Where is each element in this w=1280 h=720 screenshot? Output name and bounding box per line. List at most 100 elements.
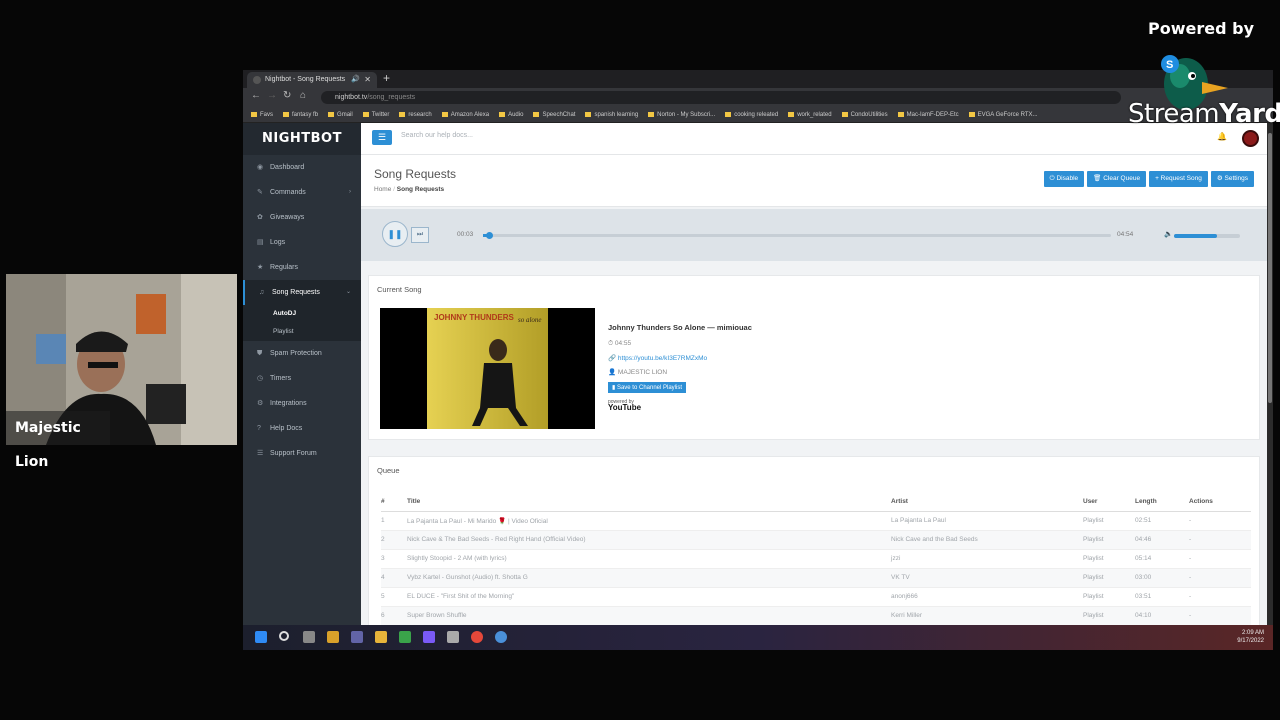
sidebar-item-regulars[interactable]: ★ Regulars <box>243 255 361 280</box>
song-title: Johnny Thunders So Alone — mimiouac <box>608 323 752 332</box>
column-header-length[interactable]: Length <box>1135 493 1189 512</box>
sidebar-item-logs[interactable]: ▤ Logs <box>243 230 361 255</box>
menu-toggle-button[interactable]: ☰ <box>372 130 392 145</box>
seek-handle[interactable] <box>486 232 494 239</box>
sidebar-subitem-playlist[interactable]: Playlist <box>243 323 361 341</box>
home-icon[interactable]: ⌂ <box>300 90 306 101</box>
sidebar-item-help-docs[interactable]: ? Help Docs <box>243 416 361 441</box>
table-row[interactable]: 2 Nick Cave & The Bad Seeds - Red Right H… <box>381 530 1251 550</box>
bell-icon[interactable]: 🔔 <box>1217 132 1227 141</box>
request-song-button[interactable]: + Request Song <box>1149 171 1208 187</box>
bookmark-amazon-alexa[interactable]: Amazon Alexa <box>441 107 489 122</box>
bookmark-fantasy-fb[interactable]: fantasy fb <box>283 107 318 122</box>
bookmark-norton-my-subscri[interactable]: Norton - My Subscri... <box>648 107 715 122</box>
queue-cell-artist: La Pajanta La Paul <box>891 511 1083 531</box>
bookmark-twitter[interactable]: Twitter <box>362 107 389 122</box>
seek-slider[interactable] <box>483 232 1111 239</box>
notepad-icon[interactable] <box>447 631 459 643</box>
table-row[interactable]: 5 EL DUCE - "First Shit of the Morning" an… <box>381 587 1251 607</box>
bookmark-speechchat[interactable]: SpeechChat <box>533 107 575 122</box>
sidebar-item-spam-protection[interactable]: ⛊ Spam Protection <box>243 341 361 366</box>
sidebar-item-dashboard[interactable]: ◉ Dashboard <box>243 155 361 180</box>
app-icon[interactable] <box>399 631 411 643</box>
bookmark-work-related[interactable]: work_related <box>788 107 832 122</box>
column-header-title[interactable]: Title <box>407 493 891 512</box>
breadcrumb-home[interactable]: Home <box>374 186 391 193</box>
folder-icon <box>533 112 540 117</box>
bookmark-cooking-releated[interactable]: cooking releated <box>725 107 778 122</box>
queue-cell-actions[interactable]: - <box>1189 568 1251 588</box>
sidebar-item-integrations[interactable]: ⚙ Integrations <box>243 391 361 416</box>
bookmark-condoutilities[interactable]: CondoUtilities <box>841 107 888 122</box>
sidebar-subitem-autodj[interactable]: AutoDJ <box>243 305 361 323</box>
column-header-number[interactable]: # <box>381 493 407 512</box>
column-header-user[interactable]: User <box>1083 493 1135 512</box>
queue-cell-actions[interactable]: - <box>1189 530 1251 550</box>
queue-cell-title: La Pajanta La Paul - Mi Marido 🌹 | Video… <box>407 511 891 531</box>
bookmark-evga-geforce-rtx[interactable]: EVGA GeForce RTX... <box>968 107 1038 122</box>
task-view-icon[interactable] <box>303 631 315 643</box>
bookmark-audio[interactable]: Audio <box>499 107 523 122</box>
logs-icon: ▤ <box>257 239 264 246</box>
skip-button[interactable]: ⏭ <box>411 227 429 243</box>
help-search-input[interactable]: Search our help docs... <box>401 132 473 139</box>
avatar[interactable] <box>1242 130 1259 147</box>
nightbot-page: NIGHTBOT ◉ Dashboard ✎ Commands › ✿ Giveaways ▤… <box>243 123 1267 646</box>
album-cover[interactable]: JOHNNY THUNDERS so alone <box>380 308 595 429</box>
commands-icon: ✎ <box>257 189 263 196</box>
table-row[interactable]: 4 Vybz Kartel - Gunshot (Audio) ft. Shott… <box>381 568 1251 588</box>
sidebar-item-label: Support Forum <box>270 450 317 457</box>
forward-icon[interactable]: → <box>267 90 277 101</box>
url-input[interactable]: nightbot.tv/song_requests <box>321 91 1121 104</box>
save-to-playlist-button[interactable]: ▮ Save to Channel Playlist <box>608 382 687 393</box>
queue-cell-length: 03:00 <box>1135 568 1189 588</box>
volume-icon[interactable]: 🔈 <box>1164 230 1173 238</box>
chat-icon[interactable] <box>351 631 363 643</box>
table-row[interactable]: 6 Super Brown Shuffle Kerri Miller Playlist… <box>381 606 1251 626</box>
browser-tab[interactable]: Nightbot - Song Requests 🔊 ✕ <box>247 72 377 88</box>
settings-button[interactable]: ⚙ Settings <box>1210 171 1254 187</box>
new-tab-icon[interactable]: + <box>383 71 390 85</box>
taskbar-clock[interactable]: 2:09 AM 9/17/2022 <box>1237 629 1264 645</box>
chevron-down-icon: ⌄ <box>345 289 351 295</box>
close-tab-icon[interactable]: ✕ <box>364 72 371 88</box>
queue-cell-actions[interactable]: - <box>1189 587 1251 607</box>
queue-cell-actions[interactable]: - <box>1189 606 1251 626</box>
column-header-actions[interactable]: Actions <box>1189 493 1251 512</box>
page-scrollbar[interactable] <box>1267 123 1273 643</box>
song-link[interactable]: 🔗 https://youtu.be/kI3E7RMZxMo <box>608 354 752 362</box>
reload-icon[interactable]: ↻ <box>283 90 291 101</box>
sidebar-item-commands[interactable]: ✎ Commands › <box>243 180 361 205</box>
scrollbar-thumb[interactable] <box>1268 133 1272 403</box>
speaker-icon[interactable]: 🔊 <box>351 72 360 88</box>
chrome-icon[interactable] <box>471 631 483 643</box>
volume-slider[interactable] <box>1174 234 1240 238</box>
sidebar-item-giveaways[interactable]: ✿ Giveaways <box>243 205 361 230</box>
sidebar-item-support-forum[interactable]: ☰ Support Forum <box>243 441 361 466</box>
folder-icon <box>648 112 655 117</box>
pause-button[interactable]: ❚❚ <box>382 221 408 247</box>
bookmark-favs[interactable]: Favs <box>251 107 273 122</box>
bookmark-mac-iamf-dep-etc[interactable]: Mac-IamF-DEP-Etc <box>897 107 959 122</box>
bookmark-research[interactable]: research <box>399 107 432 122</box>
queue-cell-actions[interactable]: - <box>1189 511 1251 531</box>
file-explorer-icon[interactable] <box>375 631 387 643</box>
svg-text:S: S <box>1166 59 1173 71</box>
bookmark-spanish-learning[interactable]: spanish learning <box>585 107 638 122</box>
table-row[interactable]: 1 La Pajanta La Paul - Mi Marido 🌹 | Vide… <box>381 511 1251 531</box>
sidebar-item-timers[interactable]: ◷ Timers <box>243 366 361 391</box>
discord-icon[interactable] <box>423 631 435 643</box>
bookmark-gmail[interactable]: Gmail <box>328 107 353 122</box>
search-icon[interactable] <box>279 631 289 641</box>
windows-start-icon[interactable] <box>255 631 267 643</box>
column-header-artist[interactable]: Artist <box>891 493 1083 512</box>
table-row[interactable]: 3 Slightly Stoopid - 2 AM (with lyrics) jz… <box>381 549 1251 569</box>
settings-gear-icon[interactable] <box>495 631 507 643</box>
sidebar-item-label: Logs <box>270 239 286 246</box>
disable-button[interactable]: ⏻ Disable <box>1043 171 1085 187</box>
widget-icon[interactable] <box>327 631 339 643</box>
queue-cell-actions[interactable]: - <box>1189 549 1251 569</box>
clear-queue-button[interactable]: 🗑 Clear Queue <box>1087 171 1147 187</box>
back-icon[interactable]: ← <box>251 90 261 101</box>
sidebar-item-song-requests[interactable]: ♫ Song Requests ⌄ <box>243 280 361 305</box>
